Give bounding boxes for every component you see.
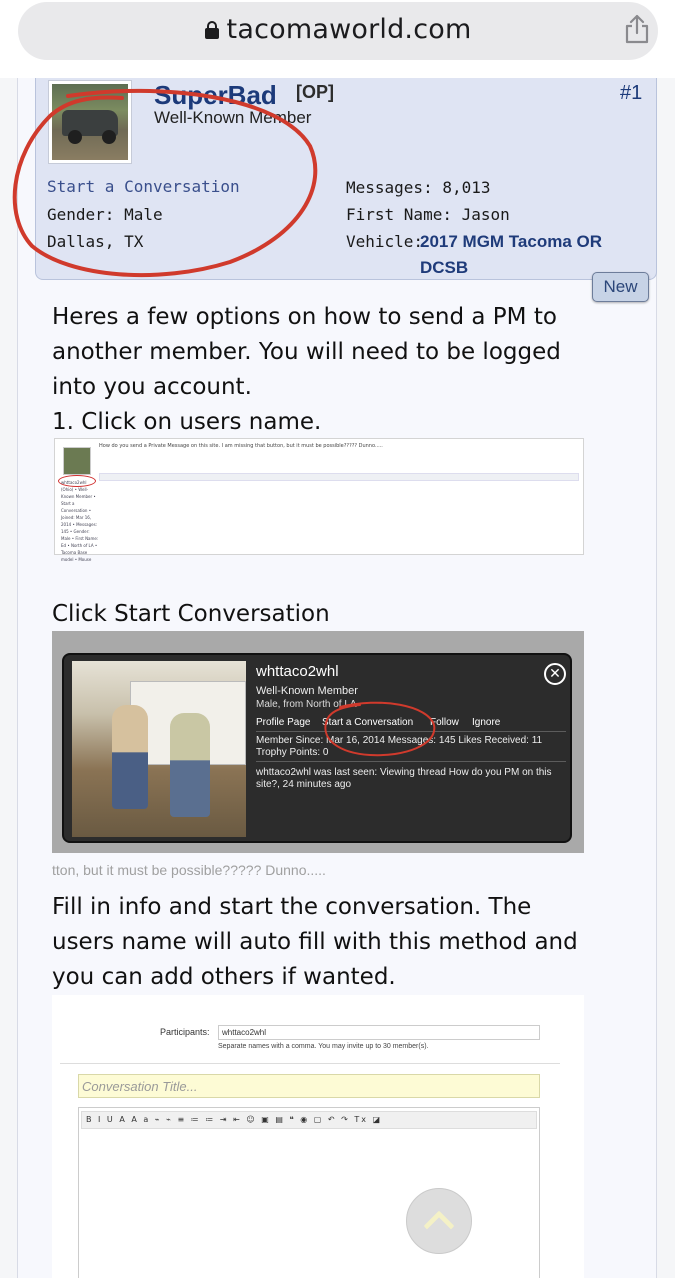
form-divider xyxy=(60,1063,560,1064)
screenshot-conversation-form: Participants: whttaco2whl Separate names… xyxy=(52,995,584,1278)
screenshot-avatar xyxy=(63,447,91,475)
member-photo xyxy=(72,661,246,837)
conversation-title-field: Conversation Title... xyxy=(78,1074,540,1098)
editor-toolbar: B I U A A a ⌁ ⌁ ≡ ≔ ≔ ⇥ ⇤ ☺ ▣ ▤ ❝ ◉ ▢ ↶ … xyxy=(81,1111,537,1129)
popup-member-rank: Well-Known Member xyxy=(256,685,358,697)
address-bar[interactable]: tacomaworld.com xyxy=(18,2,658,60)
step-one-text: 1. Click on users name. xyxy=(52,409,322,435)
popup-ignore-link: Ignore xyxy=(472,717,501,728)
vehicle-label: Vehicle: xyxy=(346,232,424,251)
popup-last-seen: whttaco2whl was last seen: Viewing threa… xyxy=(256,767,552,790)
post-paragraph: Heres a few options on how to send a PM … xyxy=(52,304,561,400)
step-two-text: Click Start Conversation xyxy=(52,601,330,627)
page-content: SuperBad [OP] #1 Well-Known Member Start… xyxy=(0,78,675,1278)
screenshot-thread-view: How do you send a Private Message on thi… xyxy=(54,438,584,562)
lock-icon xyxy=(204,21,219,39)
red-annotation-oval xyxy=(12,88,318,278)
url-display[interactable]: tacomaworld.com xyxy=(18,14,658,45)
messages-count: Messages: 8,013 xyxy=(346,178,491,197)
screenshot-sidebar-text: whttaco2whl (Ohio) • Well-Known Member •… xyxy=(61,480,99,562)
participants-hint: Separate names with a comma. You may inv… xyxy=(218,1043,429,1050)
scroll-to-top-button[interactable] xyxy=(406,1188,472,1254)
screenshot-thread-title: How do you send a Private Message on thi… xyxy=(99,443,383,449)
popup-divider xyxy=(256,761,566,762)
participants-label: Participants: xyxy=(160,1027,210,1037)
first-name-field: First Name: Jason xyxy=(346,205,510,224)
popup-member-name: whttaco2whl xyxy=(256,663,339,680)
browser-toolbar: tacomaworld.com xyxy=(0,0,675,78)
member-card-popup: whttaco2whl Well-Known Member Male, from… xyxy=(62,653,572,843)
popup-profile-link: Profile Page xyxy=(256,717,311,728)
share-icon[interactable] xyxy=(624,14,650,44)
red-annotation-oval xyxy=(324,701,436,757)
close-icon: ✕ xyxy=(544,663,566,685)
url-text: tacomaworld.com xyxy=(226,14,472,45)
screenshot-post-bar xyxy=(99,473,579,481)
screenshot-member-popup: whttaco2whl Well-Known Member Male, from… xyxy=(52,631,584,853)
new-badge: New xyxy=(592,272,649,302)
step-three-text: Fill in info and start the conversation.… xyxy=(52,894,578,990)
screenshot-caption: tton, but it must be possible????? Dunno… xyxy=(52,862,326,878)
message-editor: B I U A A a ⌁ ⌁ ≡ ≔ ≔ ⇥ ⇤ ☺ ▣ ▤ ❝ ◉ ▢ ↶ … xyxy=(78,1107,540,1278)
post-number-link[interactable]: #1 xyxy=(620,82,642,105)
participants-field: whttaco2whl xyxy=(218,1025,540,1040)
chevron-up-icon xyxy=(423,1210,455,1242)
